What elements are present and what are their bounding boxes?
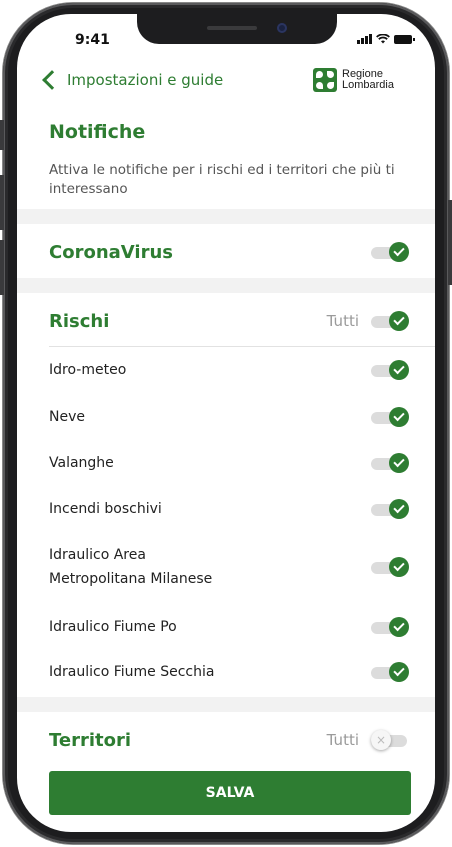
coronavirus-toggle[interactable] xyxy=(371,242,409,262)
front-camera xyxy=(277,23,287,33)
territori-all-toggle[interactable]: × xyxy=(371,730,409,750)
list-item: Incendi boschivi xyxy=(49,498,409,520)
risk-label: Idraulico Fiume Secchia xyxy=(49,664,215,680)
rischi-header-row: Rischi Tutti xyxy=(49,308,409,334)
list-item: Neve xyxy=(49,406,409,428)
check-icon xyxy=(389,617,409,637)
status-time: 9:41 xyxy=(75,32,110,48)
list-item: Idraulico Fiume Po xyxy=(49,616,409,638)
check-icon xyxy=(389,360,409,380)
wifi-icon xyxy=(376,34,390,44)
signal-icon xyxy=(357,34,372,44)
coronavirus-label: CoronaVirus xyxy=(49,241,173,263)
volume-up-button xyxy=(0,175,4,230)
back-button[interactable]: Impostazioni e guide xyxy=(41,70,224,90)
screen: 9:41 Impostazioni e guide Regione Lombar… xyxy=(17,14,435,832)
risk-toggle[interactable] xyxy=(371,360,409,380)
rischi-all-label: Tutti xyxy=(326,312,359,330)
rischi-all-toggle[interactable] xyxy=(371,311,409,331)
list-item: Idraulico Area Metropolitana Milanese xyxy=(49,544,409,590)
section-separator xyxy=(17,209,435,224)
chevron-left-icon xyxy=(42,70,62,90)
risk-toggle[interactable] xyxy=(371,617,409,637)
close-icon: × xyxy=(375,733,387,747)
divider xyxy=(49,346,435,347)
silent-switch xyxy=(0,120,4,150)
list-item: Idraulico Fiume Secchia xyxy=(49,661,409,683)
check-icon xyxy=(389,499,409,519)
nav-bar: Impostazioni e guide Regione Lombardia xyxy=(17,66,435,102)
check-icon xyxy=(389,557,409,577)
risk-toggle[interactable] xyxy=(371,407,409,427)
risk-label: Valanghe xyxy=(49,455,114,471)
risk-toggle[interactable] xyxy=(371,557,409,577)
check-icon xyxy=(389,453,409,473)
territori-label: Territori xyxy=(49,729,132,751)
territori-header-row: Territori Tutti × xyxy=(49,727,409,753)
risk-toggle[interactable] xyxy=(371,499,409,519)
rischi-label: Rischi xyxy=(49,310,110,332)
risk-label: Idraulico Area Metropolitana Milanese xyxy=(49,547,213,587)
risk-label: Idro-meteo xyxy=(49,362,127,378)
section-separator xyxy=(17,697,435,712)
save-button[interactable]: SALVA xyxy=(49,771,411,815)
logo-line2: Lombardia xyxy=(342,79,394,91)
notch xyxy=(137,14,337,44)
list-item: Idro-meteo xyxy=(49,359,409,381)
battery-icon xyxy=(394,35,415,44)
check-icon xyxy=(389,311,409,331)
risk-toggle[interactable] xyxy=(371,453,409,473)
status-icons xyxy=(357,34,415,44)
speaker xyxy=(207,26,257,30)
risk-label: Incendi boschivi xyxy=(49,501,162,517)
risk-toggle[interactable] xyxy=(371,662,409,682)
volume-down-button xyxy=(0,240,4,295)
risk-label: Neve xyxy=(49,409,85,425)
check-icon xyxy=(389,407,409,427)
coronavirus-row: CoronaVirus xyxy=(49,240,409,264)
lombardia-logo-icon xyxy=(313,68,337,92)
list-item: Valanghe xyxy=(49,452,409,474)
regione-lombardia-logo: Regione Lombardia xyxy=(313,68,394,92)
page-title: Notifiche xyxy=(49,121,146,143)
check-icon xyxy=(389,242,409,262)
back-label: Impostazioni e guide xyxy=(67,71,224,89)
section-separator xyxy=(17,278,435,293)
check-icon xyxy=(389,662,409,682)
page-description: Attiva le notifiche per i rischi ed i te… xyxy=(49,162,395,197)
risk-label: Idraulico Fiume Po xyxy=(49,619,177,635)
power-button xyxy=(448,200,452,285)
territori-all-label: Tutti xyxy=(326,731,359,749)
